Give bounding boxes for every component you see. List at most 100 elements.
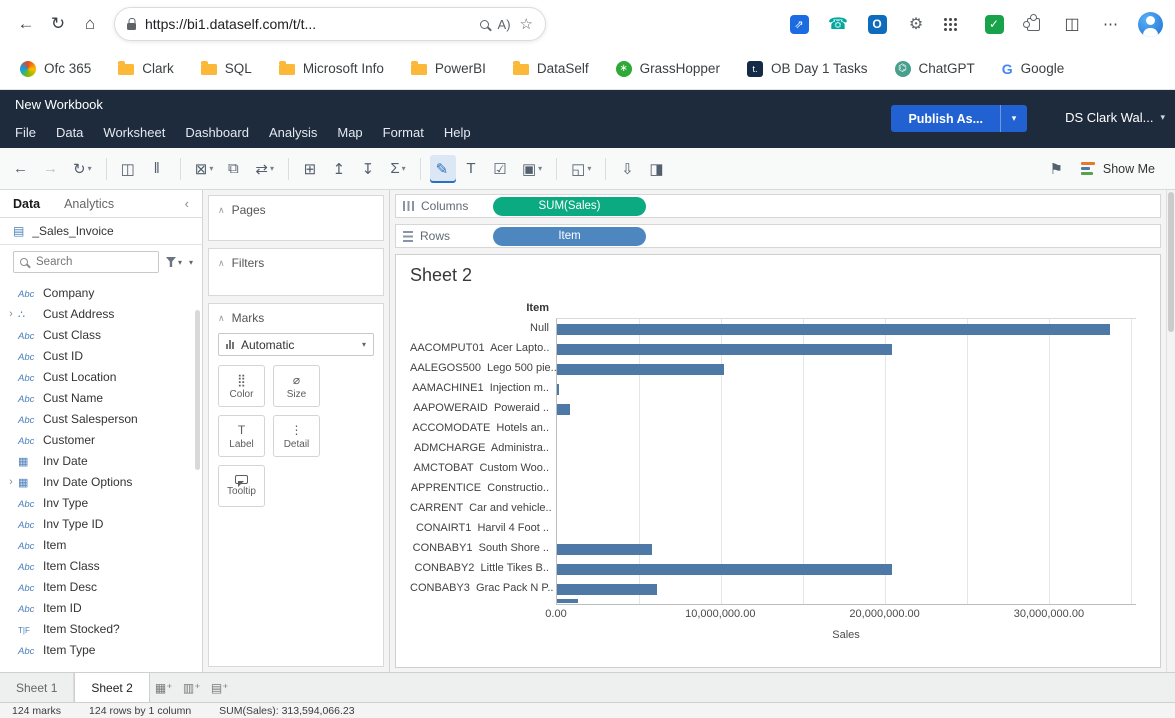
field-row[interactable]: Abc Cust ID bbox=[0, 345, 202, 366]
row-label[interactable]: AAPOWERAID Poweraid .. bbox=[410, 398, 556, 418]
bar-mark[interactable] bbox=[557, 364, 724, 375]
address-bar[interactable]: https://bi1.dataself.com/t/t... A) ☆ bbox=[114, 7, 546, 41]
field-row[interactable]: Abc Item bbox=[0, 534, 202, 555]
bar-mark[interactable] bbox=[557, 324, 1110, 335]
url-text[interactable]: https://bi1.dataself.com/t/t... bbox=[145, 16, 471, 32]
story-points-icon[interactable]: ⚑ bbox=[1049, 160, 1062, 178]
bar-mark[interactable] bbox=[557, 544, 652, 555]
refresh-button[interactable]: ↻ bbox=[42, 8, 74, 40]
totals-icon[interactable]: Σ ▾ bbox=[385, 155, 411, 183]
bookmark[interactable]: Microsoft Info bbox=[279, 61, 384, 76]
user-menu[interactable]: DS Clark Wal... ▾ bbox=[1065, 110, 1165, 125]
bar-mark[interactable] bbox=[557, 599, 578, 603]
row-label[interactable]: ADMCHARGE Administra.. bbox=[410, 438, 556, 458]
row-label[interactable]: AMCTOBAT Custom Woo.. bbox=[410, 458, 556, 478]
capture-extension-icon[interactable]: ⇗ bbox=[786, 11, 812, 37]
grasshopper-extension-icon[interactable]: ☎ bbox=[825, 11, 851, 37]
field-row[interactable]: Abc Customer bbox=[0, 429, 202, 450]
field-row[interactable]: Abc Cust Class bbox=[0, 324, 202, 345]
menu-item[interactable]: Dashboard bbox=[175, 117, 259, 148]
row-label[interactable]: CONBABY2 Little Tikes B.. bbox=[410, 558, 556, 578]
row-label[interactable]: CONAIRT1 Harvil 4 Foot .. bbox=[410, 518, 556, 538]
row-label[interactable]: CONBABY1 South Shore .. bbox=[410, 538, 556, 558]
scrollbar-thumb[interactable] bbox=[1168, 192, 1174, 332]
new-data-source-icon[interactable]: ◫ bbox=[116, 155, 142, 183]
bookmark[interactable]: PowerBI bbox=[411, 61, 486, 76]
bar-mark[interactable] bbox=[557, 344, 892, 355]
tooltip-icon[interactable]: Tooltip bbox=[218, 465, 265, 507]
presentation-mode-icon[interactable]: ◨ bbox=[644, 155, 670, 183]
field-row[interactable]: Abc Inv Type ID bbox=[0, 513, 202, 534]
row-label[interactable]: AALEGOS500 Lego 500 pie.. bbox=[410, 358, 556, 378]
field-row[interactable]: Abc Item ID bbox=[0, 597, 202, 618]
field-row[interactable]: › ∴ Cust Address bbox=[0, 303, 202, 324]
sort-descending-icon[interactable]: ↧ bbox=[356, 155, 382, 183]
bookmark[interactable]: ⌬ ChatGPT bbox=[895, 61, 975, 77]
menu-item[interactable]: Help bbox=[434, 117, 481, 148]
bookmark[interactable]: SQL bbox=[201, 61, 252, 76]
bar-mark[interactable] bbox=[557, 584, 657, 595]
x-axis[interactable]: 0.0010,000,000.0020,000,000.0030,000,000… bbox=[556, 605, 1136, 621]
undo-icon[interactable]: ← bbox=[8, 155, 35, 183]
field-row[interactable]: Abc Inv Type bbox=[0, 492, 202, 513]
outlook-extension-icon[interactable]: O bbox=[864, 11, 890, 37]
settings-extension-icon[interactable]: ⚙ bbox=[903, 11, 929, 37]
field-row[interactable]: › ▦ Inv Date Options bbox=[0, 471, 202, 492]
rows-shelf[interactable]: Rows Item bbox=[395, 224, 1161, 248]
detail-icon[interactable]: ⋮ Detail bbox=[273, 415, 320, 457]
sort-ascending-icon[interactable]: ↥ bbox=[327, 155, 353, 183]
show-me-button[interactable]: Show Me bbox=[1081, 162, 1155, 176]
data-pane-scrollbar[interactable] bbox=[195, 310, 200, 470]
row-label[interactable]: CONBABY3 Grac Pack N P.. bbox=[410, 578, 556, 598]
size-icon[interactable]: ⌀ Size bbox=[273, 365, 320, 407]
row-label[interactable]: ACCOMODATE Hotels an.. bbox=[410, 418, 556, 438]
favorite-star-icon[interactable]: ☆ bbox=[520, 15, 533, 33]
columns-shelf[interactable]: Columns SUM(Sales) bbox=[395, 194, 1161, 218]
row-label[interactable]: AACOMPUT01 Acer Lapto.. bbox=[410, 338, 556, 358]
collapse-pane-icon[interactable]: ‹ bbox=[185, 196, 189, 211]
menu-item[interactable]: Format bbox=[373, 117, 434, 148]
row-label[interactable]: APPRENTICE Constructio.. bbox=[410, 478, 556, 498]
expand-arrow-icon[interactable]: › bbox=[6, 476, 16, 488]
new-worksheet-icon[interactable]: ▦⁺ bbox=[150, 673, 178, 702]
bar-mark[interactable] bbox=[557, 564, 892, 575]
search-box[interactable] bbox=[13, 251, 159, 273]
apps-grid-extension-icon[interactable] bbox=[942, 11, 968, 37]
menu-item[interactable]: Data bbox=[46, 117, 93, 148]
sheet-tab[interactable]: Sheet 2 bbox=[74, 673, 149, 702]
datasource-row[interactable]: ▤ _Sales_Invoice bbox=[0, 218, 202, 245]
pill-sum-sales[interactable]: SUM(Sales) bbox=[493, 197, 646, 216]
zoom-icon[interactable] bbox=[480, 20, 489, 29]
field-row[interactable]: Abc Item Class bbox=[0, 555, 202, 576]
bar-mark[interactable] bbox=[557, 404, 570, 415]
bookmark[interactable]: DataSelf bbox=[513, 61, 589, 76]
sheet-tab[interactable]: Sheet 1 bbox=[0, 673, 74, 702]
view-options-caret[interactable]: ▾ bbox=[189, 258, 193, 267]
tab-data[interactable]: Data bbox=[13, 197, 40, 211]
row-label[interactable]: Null bbox=[410, 318, 556, 338]
back-button[interactable]: ← bbox=[10, 8, 42, 40]
split-screen-icon[interactable]: ◫ bbox=[1059, 11, 1085, 37]
field-row[interactable]: Abc Cust Location bbox=[0, 366, 202, 387]
mark-type-dropdown[interactable]: Automatic ▾ bbox=[218, 333, 374, 356]
pill-item[interactable]: Item bbox=[493, 227, 646, 246]
bookmark[interactable]: Ofc 365 bbox=[20, 61, 91, 77]
row-label[interactable] bbox=[410, 598, 556, 603]
expand-arrow-icon[interactable]: › bbox=[6, 308, 16, 320]
duplicate-sheet-icon[interactable]: ⧉ bbox=[221, 155, 247, 183]
row-label[interactable]: CARRENT Car and vehicle.. bbox=[410, 498, 556, 518]
tab-analytics[interactable]: Analytics bbox=[64, 197, 114, 211]
column-header[interactable]: Item bbox=[410, 298, 556, 318]
color-icon[interactable]: ⣿ Color bbox=[218, 365, 265, 407]
group-members-icon[interactable]: ⊞ bbox=[298, 155, 324, 183]
tasks-extension-icon[interactable]: ✓ bbox=[981, 11, 1007, 37]
extensions-puzzle-icon[interactable] bbox=[1020, 11, 1046, 37]
field-row[interactable]: ▦ Inv Date bbox=[0, 450, 202, 471]
vertical-scrollbar[interactable] bbox=[1166, 190, 1175, 672]
pause-auto-updates-icon[interactable]: ‖ bbox=[145, 155, 171, 183]
publish-as-button[interactable]: Publish As... bbox=[891, 105, 1000, 132]
field-row[interactable]: Abc Cust Salesperson bbox=[0, 408, 202, 429]
menu-item[interactable]: Map bbox=[327, 117, 372, 148]
bookmark[interactable]: t. OB Day 1 Tasks bbox=[747, 61, 868, 77]
read-aloud-icon[interactable]: A) bbox=[498, 17, 511, 32]
